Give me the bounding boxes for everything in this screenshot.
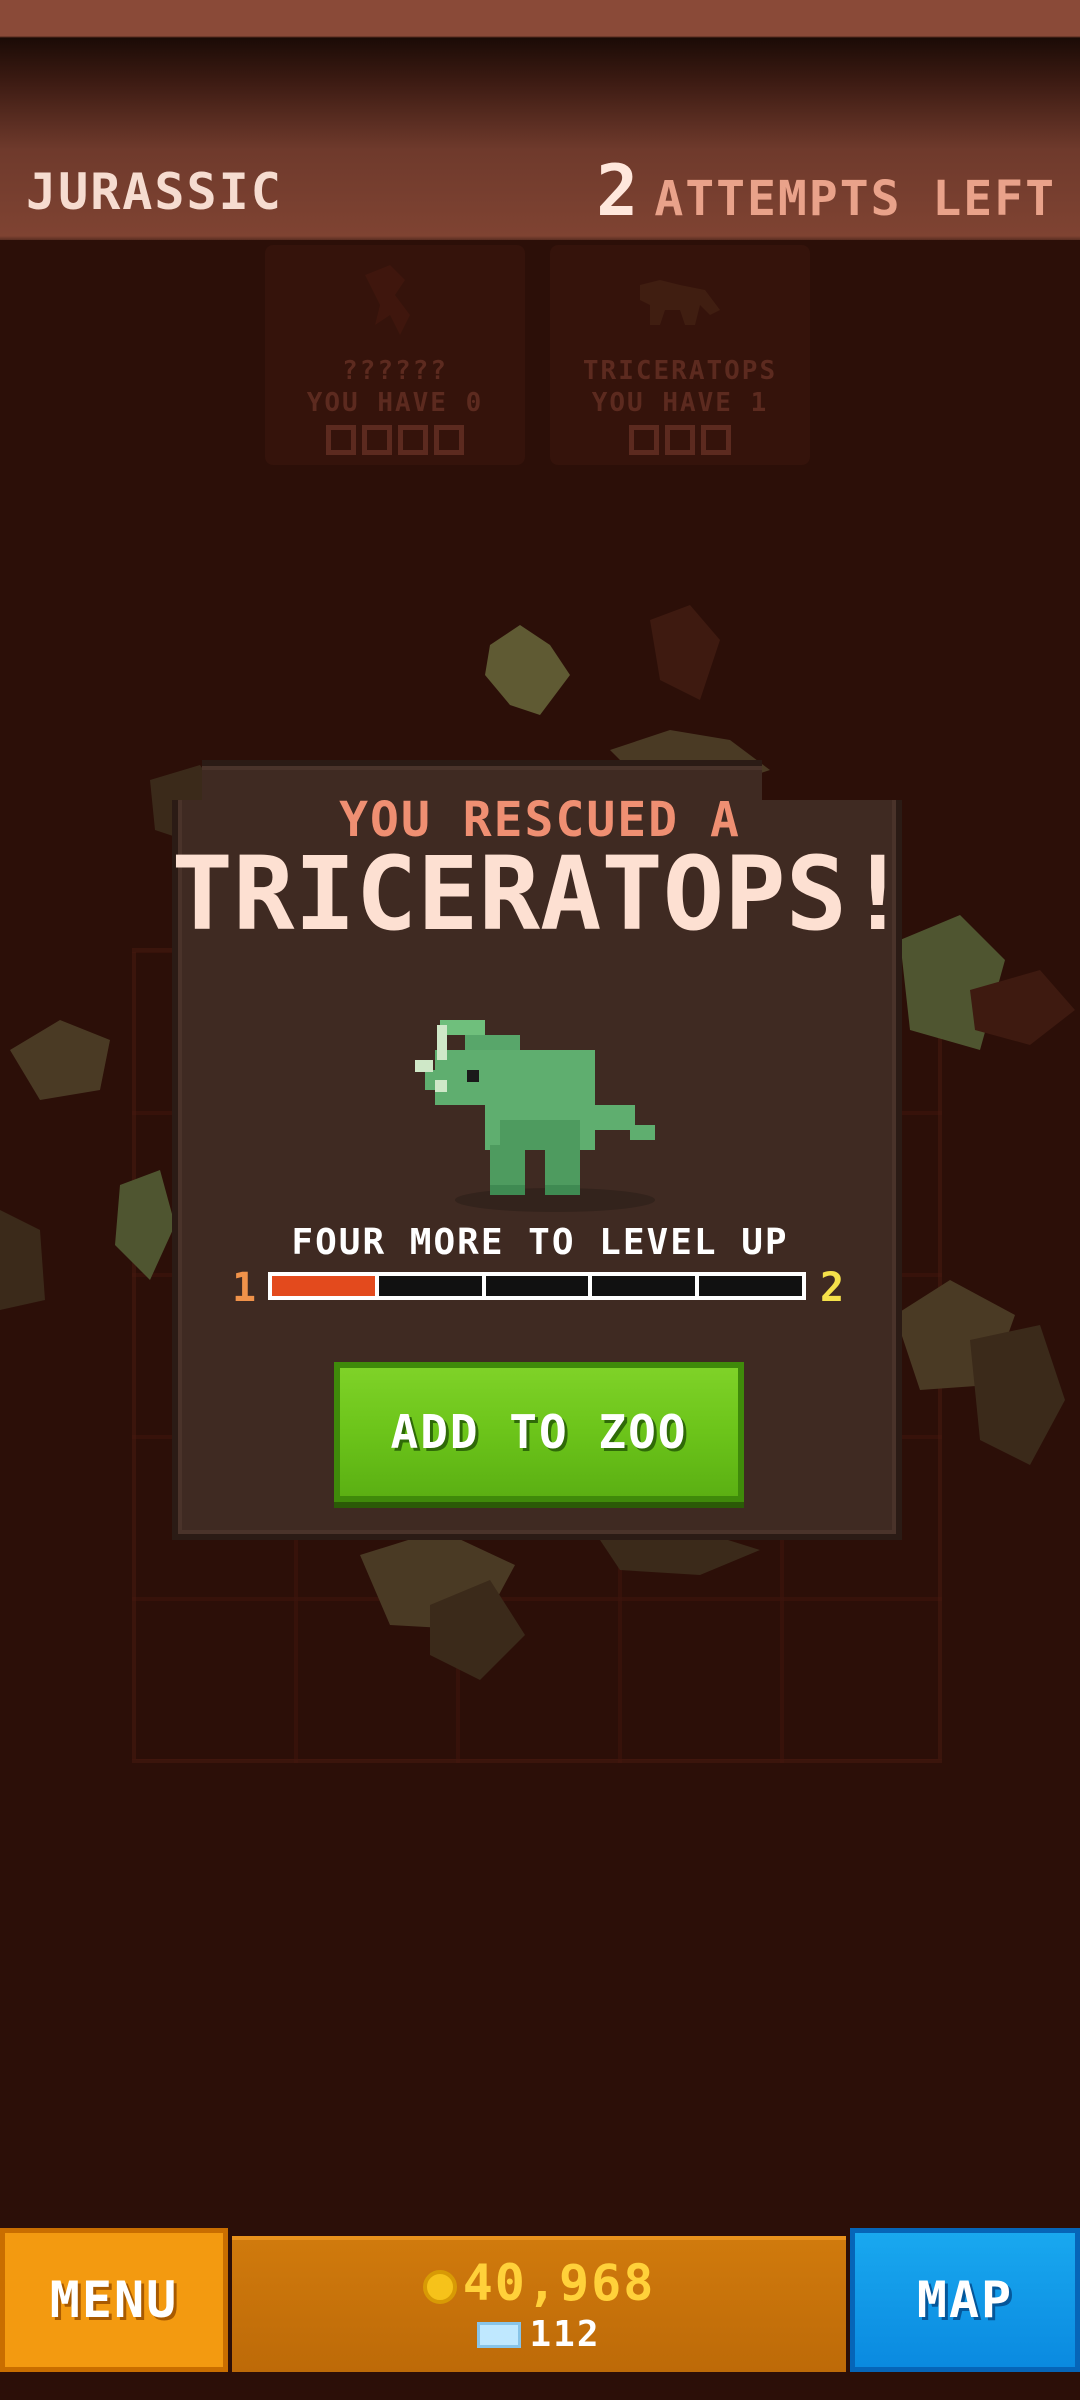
gem-icon xyxy=(477,2322,522,2348)
gem-balance: 112 xyxy=(232,2314,846,2355)
coin-balance: 40,968 xyxy=(232,2254,846,2312)
menu-button[interactable]: MENU xyxy=(0,2228,228,2372)
debris-icon xyxy=(970,1325,1065,1465)
currency-panel: 40,968 112 xyxy=(232,2236,846,2372)
add-to-zoo-button[interactable]: ADD TO ZOO xyxy=(334,1362,744,1502)
triceratops-silhouette-icon xyxy=(640,280,720,325)
card-name: TRICERATOPS xyxy=(582,356,778,386)
era-title: JURASSIC xyxy=(26,163,283,221)
card-name: ?????? xyxy=(342,356,448,386)
level-up-text: FOUR MORE TO LEVEL UP xyxy=(291,1222,789,1263)
coin-amount: 40,968 xyxy=(462,2254,656,2312)
collection-card-unknown: ?????? YOU HAVE 0 xyxy=(265,245,525,465)
unknown-dino-silhouette-icon xyxy=(365,265,410,335)
top-bar: JURASSIC 2 ATTEMPTS LEFT xyxy=(0,0,1080,240)
debris-icon xyxy=(485,625,570,715)
card-slots xyxy=(265,425,525,455)
debris-icon xyxy=(430,1580,525,1680)
gem-amount: 112 xyxy=(529,2314,601,2355)
card-owned: YOU HAVE 0 xyxy=(306,388,484,418)
level-from: 1 xyxy=(232,1265,259,1311)
card-owned: YOU HAVE 1 xyxy=(591,388,769,418)
debris-icon xyxy=(970,970,1075,1045)
level-to: 2 xyxy=(820,1265,847,1311)
triceratops-icon xyxy=(415,1020,655,1212)
modal-title: TRICERATOPS! xyxy=(171,835,909,954)
card-slots xyxy=(550,425,810,455)
debris-icon xyxy=(10,1020,110,1100)
collection-card-triceratops: TRICERATOPS YOU HAVE 1 xyxy=(550,245,810,465)
coin-icon xyxy=(422,2270,457,2304)
attempts-count: 2 xyxy=(596,150,641,232)
map-button[interactable]: MAP xyxy=(850,2228,1080,2372)
attempts-label: ATTEMPTS LEFT xyxy=(654,171,1056,227)
bottom-bar: MENU 40,968 112 MAP xyxy=(0,2228,1080,2378)
level-progress-bar xyxy=(268,1272,806,1300)
attempts-indicator: 2 ATTEMPTS LEFT xyxy=(596,150,1056,232)
debris-icon xyxy=(650,605,720,700)
